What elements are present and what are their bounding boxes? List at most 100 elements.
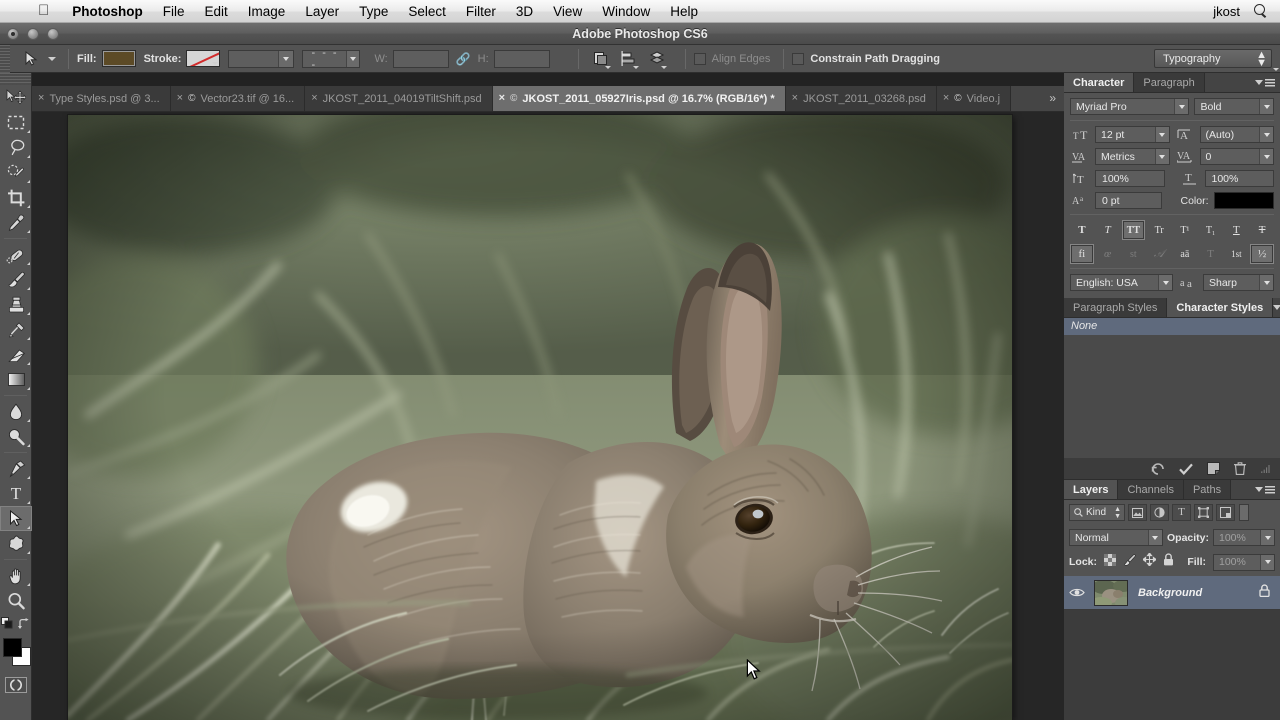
zoom-tool[interactable] (0, 588, 32, 613)
gradient-tool[interactable] (0, 367, 32, 392)
tab-character-styles[interactable]: Character Styles (1167, 298, 1274, 317)
layer-lock-icon[interactable] (1259, 583, 1270, 602)
layer-filter-kind-dropdown[interactable]: Kind ▲ ▼ (1069, 504, 1125, 521)
tab-paragraph-styles[interactable]: Paragraph Styles (1064, 298, 1168, 317)
subscript-button[interactable]: T₁ (1198, 220, 1223, 240)
document-tab[interactable]: × JKOST_2011_03268.psd (785, 86, 937, 111)
menu-file[interactable]: File (153, 0, 195, 23)
document-tab[interactable]: × © Vector23.tif @ 16... (170, 86, 306, 111)
layer-visibility-toggle[interactable] (1064, 587, 1090, 598)
menu-photoshop[interactable]: Photoshop (62, 0, 153, 23)
character-styles-list[interactable]: None (1064, 318, 1280, 458)
close-icon[interactable]: × (943, 93, 949, 104)
discretionary-ligatures-button[interactable]: st (1121, 244, 1146, 264)
stroke-color-swatch[interactable] (186, 50, 221, 67)
standard-ligatures-button[interactable]: fi (1070, 244, 1094, 264)
lock-all-icon[interactable] (1163, 553, 1174, 571)
hand-tool[interactable] (0, 563, 32, 588)
menu-image[interactable]: Image (238, 0, 296, 23)
menu-view[interactable]: View (543, 0, 592, 23)
new-style-icon[interactable] (1207, 462, 1220, 475)
document-tab[interactable]: × © Video.j (936, 86, 1012, 111)
text-color-swatch[interactable] (1213, 192, 1275, 209)
opacity-input[interactable]: 100% (1213, 529, 1275, 546)
stroke-style-dropdown[interactable]: - - - - (302, 47, 361, 71)
kerning-chevron-down-icon[interactable] (1154, 149, 1169, 164)
delete-style-icon[interactable] (1234, 462, 1246, 475)
swash-button[interactable]: 𝒜 (1147, 244, 1171, 264)
path-operations-icon[interactable] (590, 48, 612, 70)
redefine-style-icon[interactable] (1179, 463, 1193, 475)
toolbar-grip[interactable] (0, 73, 31, 85)
small-caps-button[interactable]: Tr (1147, 220, 1171, 240)
path-arrangement-icon[interactable] (646, 48, 668, 70)
menu-select[interactable]: Select (398, 0, 456, 23)
close-icon[interactable]: × (311, 93, 317, 104)
tracking-dropdown[interactable]: 0 (1199, 148, 1274, 165)
tab-paragraph[interactable]: Paragraph (1134, 73, 1205, 92)
opacity-chevron-down-icon[interactable] (1260, 530, 1274, 545)
swap-colors-icon[interactable] (17, 617, 31, 631)
close-icon[interactable]: × (792, 93, 798, 104)
apple-icon[interactable]:  (38, 3, 49, 18)
options-bar-grip[interactable] (0, 44, 10, 73)
all-caps-button[interactable]: TT (1121, 220, 1146, 240)
close-icon[interactable]: × (38, 93, 44, 104)
language-stepper-icon[interactable] (1158, 275, 1172, 290)
fill-color-swatch[interactable] (101, 50, 1279, 71)
path-selection-tool[interactable] (0, 506, 32, 531)
path-selection-arrow-icon[interactable] (18, 48, 44, 70)
spot-healing-brush-tool[interactable] (0, 242, 32, 267)
anti-aliasing-stepper-icon[interactable] (1259, 275, 1273, 290)
tracking-chevron-down-icon[interactable] (1259, 149, 1273, 164)
path-alignment-icon[interactable] (618, 48, 640, 70)
font-size-dropdown[interactable]: 12 pt (1095, 126, 1170, 143)
superscript-button[interactable]: T¹ (1173, 220, 1197, 240)
contextual-alternates-button[interactable]: œ (1095, 244, 1120, 264)
quick-mask-icon[interactable] (4, 677, 27, 695)
layer-thumbnail[interactable] (1094, 579, 1128, 606)
titling-alternates-button[interactable]: T (1198, 244, 1223, 264)
menu-help[interactable]: Help (660, 0, 708, 23)
menu-window[interactable]: Window (592, 0, 660, 23)
stroke-width-chevron-down-icon[interactable] (278, 50, 294, 67)
filter-shape-layers-icon[interactable] (1194, 504, 1213, 521)
clear-override-icon[interactable] (1151, 462, 1165, 475)
baseline-shift-input[interactable]: 0 pt (1095, 192, 1162, 209)
faux-italic-button[interactable]: T (1095, 220, 1120, 240)
crop-tool[interactable] (0, 185, 32, 210)
workspace-switcher[interactable]: Typography ▲ ▼ (1154, 49, 1272, 68)
shape-width-input[interactable] (392, 49, 449, 68)
current-user-label[interactable]: jkost (1213, 4, 1240, 19)
lasso-tool[interactable] (0, 135, 32, 160)
panel-resize-grip-icon[interactable] (1260, 464, 1270, 474)
underline-button[interactable]: T (1224, 220, 1249, 240)
kerning-dropdown[interactable]: Metrics (1095, 148, 1170, 165)
close-icon[interactable]: × (177, 93, 183, 104)
search-icon[interactable] (1254, 4, 1268, 18)
close-icon[interactable]: × (499, 93, 505, 104)
stroke-style-chevron-down-icon[interactable] (345, 50, 360, 67)
layer-name[interactable]: Background (1138, 587, 1202, 599)
shape-height-input[interactable] (493, 49, 550, 68)
constrain-path-dragging-checkbox[interactable] (792, 52, 805, 65)
font-family-chevron-down-icon[interactable] (1174, 99, 1189, 114)
tab-layers[interactable]: Layers (1064, 480, 1119, 499)
document-tab[interactable]: × Type Styles.psd @ 3... (32, 86, 171, 111)
vertical-scale-input[interactable]: 100% (1095, 170, 1165, 187)
filter-adjustment-layers-icon[interactable] (1150, 504, 1169, 521)
font-style-dropdown[interactable]: Bold (1194, 98, 1274, 115)
leading-dropdown[interactable]: (Auto) (1199, 126, 1274, 143)
lock-image-pixels-icon[interactable] (1123, 553, 1136, 571)
menu-3d[interactable]: 3D (506, 0, 543, 23)
fill-opacity-input[interactable]: 100% (1213, 553, 1275, 571)
layer-row-background[interactable]: Background (1064, 576, 1280, 610)
fill-opacity-chevron-down-icon[interactable] (1260, 554, 1274, 570)
ordinals-button[interactable]: 1st (1224, 244, 1249, 264)
brush-tool[interactable] (0, 267, 32, 292)
eyedropper-tool[interactable] (0, 210, 32, 235)
lock-position-icon[interactable] (1142, 552, 1157, 571)
clone-stamp-tool[interactable] (0, 292, 32, 317)
menu-type[interactable]: Type (349, 0, 398, 23)
layers-panel-menu-button[interactable] (1255, 480, 1280, 499)
